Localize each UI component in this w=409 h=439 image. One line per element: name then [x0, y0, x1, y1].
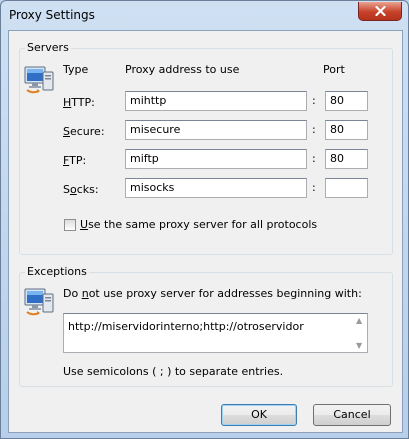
secure-label: Secure:	[63, 125, 105, 138]
column-header-type: Type	[63, 63, 89, 76]
column-header-port: Port	[323, 63, 345, 76]
secure-port-input[interactable]: 80	[325, 120, 368, 140]
exceptions-group-title: Exceptions	[25, 265, 89, 278]
exceptions-textarea[interactable]: http://miservidorinterno;http://otroserv…	[63, 313, 368, 353]
computer-network-icon	[24, 288, 54, 316]
computer-network-icon	[24, 66, 54, 94]
same-proxy-label[interactable]: Use the same proxy server for all protoc…	[80, 218, 317, 231]
socks-port-input[interactable]	[325, 178, 368, 198]
http-colon: :	[312, 94, 316, 107]
exceptions-scrollbar[interactable]: ▲ ▼	[353, 314, 367, 352]
http-address-input[interactable]: mihttp	[125, 91, 307, 111]
socks-colon: :	[312, 181, 316, 194]
same-proxy-checkbox[interactable]	[64, 219, 76, 231]
window-title: Proxy Settings	[9, 8, 95, 22]
scroll-down-icon[interactable]: ▼	[356, 341, 362, 350]
exceptions-value: http://miservidorinterno;http://otroserv…	[68, 320, 304, 333]
socks-label: Socks:	[63, 183, 99, 196]
ftp-label: FTP:	[63, 154, 87, 167]
title-bar: Proxy Settings	[1, 1, 408, 29]
secure-colon: :	[312, 123, 316, 136]
exceptions-hint: Use semicolons ( ; ) to separate entries…	[63, 365, 284, 378]
close-button[interactable]	[358, 2, 402, 21]
ftp-colon: :	[312, 152, 316, 165]
socks-address-input[interactable]: misocks	[125, 178, 307, 198]
proxy-settings-window: Proxy Settings Servers Type Proxy addres…	[0, 0, 409, 439]
http-label: HTTP:	[63, 96, 95, 109]
exceptions-description: Do not use proxy server for addresses be…	[63, 287, 362, 300]
ok-button[interactable]: OK	[221, 404, 297, 426]
http-port-input[interactable]: 80	[325, 91, 368, 111]
ftp-address-input[interactable]: miftp	[125, 149, 307, 169]
exceptions-group: Exceptions Do not use proxy server for a…	[19, 265, 393, 387]
cancel-button[interactable]: Cancel	[313, 404, 391, 426]
column-header-address: Proxy address to use	[125, 63, 240, 76]
servers-group: Servers Type Proxy address to use Port H…	[19, 41, 393, 255]
scroll-up-icon[interactable]: ▲	[356, 316, 362, 325]
close-icon	[374, 6, 386, 16]
secure-address-input[interactable]: misecure	[125, 120, 307, 140]
ftp-port-input[interactable]: 80	[325, 149, 368, 169]
dialog-body: Servers Type Proxy address to use Port H…	[8, 30, 403, 433]
servers-group-title: Servers	[25, 41, 71, 54]
